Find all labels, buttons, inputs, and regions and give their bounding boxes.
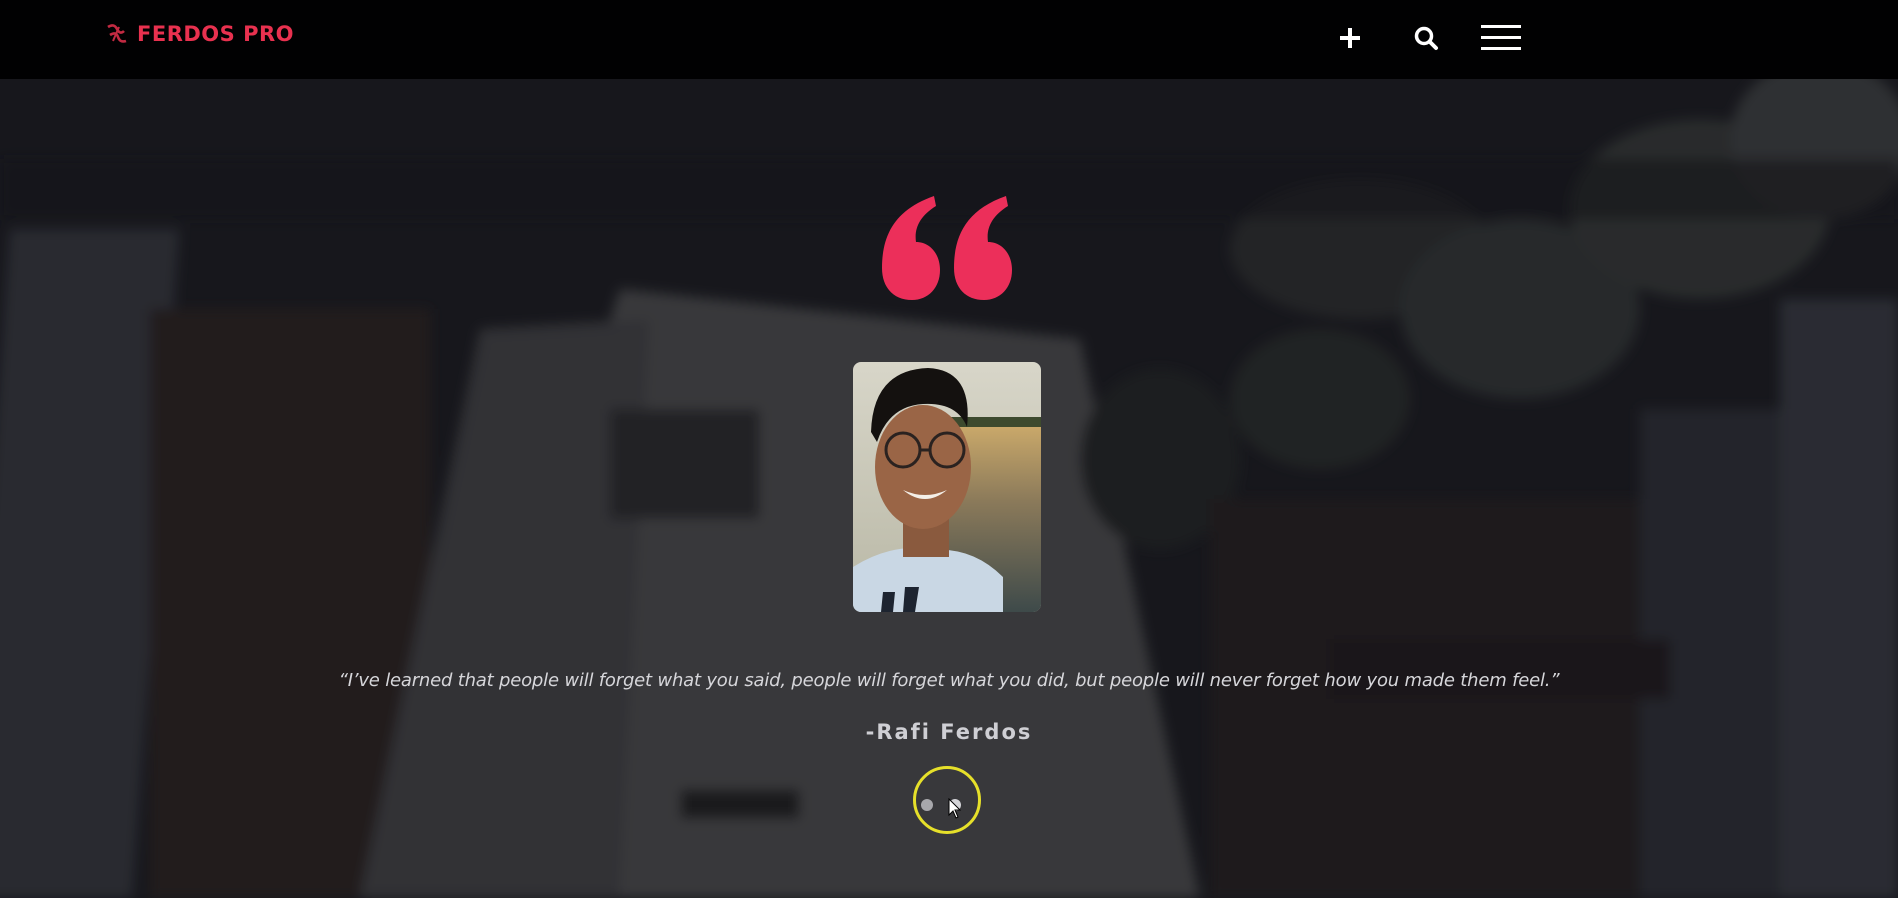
slider-pagination (912, 795, 982, 815)
hamburger-menu-icon (1481, 25, 1521, 50)
top-navbar: FERDOS PRO (0, 0, 1898, 79)
mouse-cursor-icon (948, 798, 962, 819)
plus-icon (1340, 28, 1360, 48)
author-photo (853, 362, 1041, 612)
slider-dot-1[interactable] (921, 799, 933, 811)
testimonial-quote: “I’ve learned that people will forget wh… (338, 670, 1560, 691)
author-portrait-image (853, 362, 1041, 612)
search-button[interactable] (1404, 18, 1448, 58)
menu-button[interactable] (1476, 18, 1526, 58)
testimonial-author: -Rafi Ferdos (865, 720, 1033, 744)
search-icon (1414, 26, 1438, 50)
logo-mark-icon (107, 24, 127, 43)
brand-name: FERDOS PRO (137, 22, 294, 46)
quote-open-icon (882, 196, 1012, 300)
brand-logo-link[interactable]: FERDOS PRO (104, 19, 294, 49)
add-button[interactable] (1328, 18, 1372, 58)
